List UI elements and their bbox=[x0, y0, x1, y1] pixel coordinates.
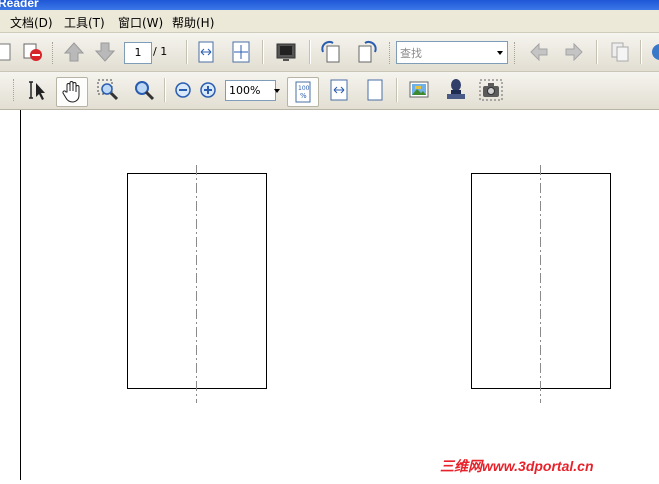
page-edge-line bbox=[20, 110, 21, 480]
snapshot-icon[interactable] bbox=[479, 78, 503, 102]
toolbar-tools: 100% bbox=[0, 72, 659, 110]
fit-width-icon[interactable] bbox=[194, 40, 218, 64]
new-document-icon[interactable] bbox=[0, 40, 16, 64]
search-placeholder: 查找 bbox=[400, 47, 422, 60]
menu-tools[interactable]: 工具(T) bbox=[64, 14, 105, 31]
copy-icon[interactable] bbox=[608, 40, 632, 64]
back-icon[interactable] bbox=[527, 40, 551, 64]
fit-page-icon[interactable] bbox=[229, 40, 253, 64]
separator bbox=[262, 40, 264, 64]
separator bbox=[309, 40, 311, 64]
menu-document[interactable]: 文档(D) bbox=[10, 14, 53, 31]
toolbar-grip[interactable] bbox=[514, 42, 518, 64]
full-screen-icon[interactable] bbox=[274, 40, 298, 64]
stamp-icon[interactable] bbox=[444, 78, 468, 102]
zoom-tool-icon[interactable] bbox=[132, 78, 156, 102]
rotate-counterclockwise-icon[interactable] bbox=[319, 40, 343, 64]
single-page-icon[interactable] bbox=[363, 78, 387, 102]
separator bbox=[164, 78, 166, 102]
zoom-dropdown-arrow[interactable] bbox=[272, 80, 282, 101]
zoom-input[interactable]: 100% bbox=[225, 80, 276, 101]
forward-icon[interactable] bbox=[562, 40, 586, 64]
title-bar: Reader bbox=[0, 0, 659, 10]
separator bbox=[640, 40, 642, 64]
toolbar-main: 查找 bbox=[0, 33, 659, 72]
actual-size-icon[interactable]: 100% bbox=[287, 77, 319, 107]
menu-bar: 文档(D) 工具(T) 窗口(W) 帮助(H) bbox=[0, 10, 659, 33]
previous-page-icon[interactable] bbox=[62, 40, 86, 64]
toolbar-grip[interactable] bbox=[13, 79, 17, 101]
svg-text:100: 100 bbox=[298, 85, 310, 92]
page-total: / 1 bbox=[153, 45, 168, 58]
menu-help[interactable]: 帮助(H) bbox=[172, 14, 214, 31]
menu-window[interactable]: 窗口(W) bbox=[118, 14, 163, 31]
fit-width-icon[interactable] bbox=[327, 78, 351, 102]
rotate-clockwise-icon[interactable] bbox=[355, 40, 379, 64]
toolbar-grip[interactable] bbox=[52, 42, 56, 64]
zoom-in-icon[interactable] bbox=[196, 78, 220, 102]
watermark-text: 三维网www.3dportal.cn bbox=[440, 458, 594, 474]
next-page-icon[interactable] bbox=[93, 40, 117, 64]
delete-icon[interactable] bbox=[20, 40, 44, 64]
separator bbox=[186, 40, 188, 64]
toolbar-grip[interactable] bbox=[389, 42, 393, 64]
window-title: Reader bbox=[0, 0, 39, 10]
text-select-icon[interactable] bbox=[24, 78, 48, 102]
separator bbox=[396, 78, 398, 102]
hand-tool-icon[interactable] bbox=[56, 77, 88, 107]
help-icon[interactable] bbox=[648, 40, 659, 64]
marquee-zoom-icon[interactable] bbox=[96, 78, 120, 102]
document-view[interactable] bbox=[0, 110, 659, 480]
search-dropdown-arrow[interactable] bbox=[493, 42, 507, 63]
page-number-input[interactable]: 1 bbox=[124, 42, 152, 64]
svg-text:%: % bbox=[300, 92, 307, 100]
drawing-canvas bbox=[127, 165, 611, 403]
zoom-out-icon[interactable] bbox=[171, 78, 195, 102]
search-input[interactable]: 查找 bbox=[396, 41, 508, 64]
separator bbox=[596, 40, 598, 64]
image-icon[interactable] bbox=[408, 78, 432, 102]
